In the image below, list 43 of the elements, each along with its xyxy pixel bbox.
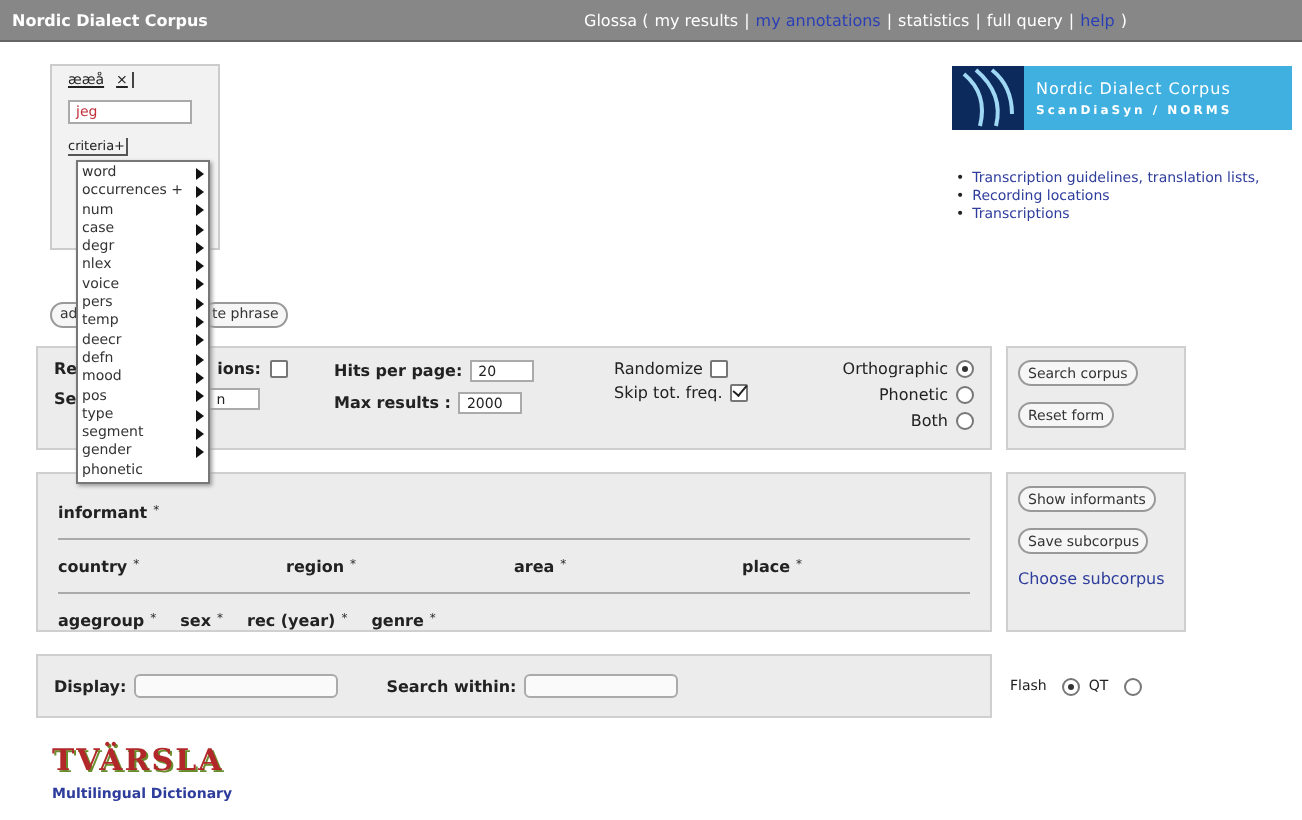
nav-separator: | bbox=[1068, 11, 1075, 29]
checkbox[interactable] bbox=[730, 384, 749, 402]
radio-label: Phonetic bbox=[878, 386, 948, 404]
radio-button[interactable] bbox=[1062, 677, 1081, 695]
informant-field[interactable]: sex bbox=[180, 611, 211, 629]
nav-link[interactable]: my results bbox=[654, 11, 739, 29]
nav-separator: | bbox=[886, 11, 893, 29]
hits-label: Hits per page: bbox=[334, 362, 463, 380]
radio-button[interactable] bbox=[956, 412, 974, 430]
option-label: ions: bbox=[217, 360, 261, 378]
nav-link[interactable]: statistics bbox=[898, 11, 970, 29]
radio-label: Both bbox=[910, 412, 948, 430]
checkbox[interactable] bbox=[710, 360, 729, 378]
radio-button[interactable] bbox=[956, 386, 974, 404]
checkbox[interactable] bbox=[269, 360, 287, 378]
dictionary-logo: TVÄRSLA bbox=[52, 742, 226, 778]
informant-field[interactable]: area bbox=[514, 557, 555, 575]
nav-separator: | bbox=[744, 11, 750, 29]
option-label: Se bbox=[54, 390, 77, 408]
nav-label: Glossa ( bbox=[584, 11, 649, 29]
informant-field[interactable]: region bbox=[286, 557, 345, 575]
nav-label: ) bbox=[1120, 11, 1128, 29]
checkbox-label: Randomize bbox=[614, 360, 703, 378]
app-title: Nordic Dialect Corpus bbox=[12, 11, 210, 29]
logo-art-icon bbox=[952, 66, 1024, 130]
informant-field[interactable]: agegroup bbox=[58, 611, 145, 629]
option-label: Re bbox=[54, 360, 78, 378]
max-label: Max results : bbox=[334, 394, 451, 412]
informant-field[interactable]: rec (year) bbox=[247, 611, 336, 629]
informant-field[interactable]: place bbox=[742, 557, 791, 575]
search-within-label: Search within: bbox=[386, 677, 517, 695]
checkbox-label: Skip tot. freq. bbox=[614, 384, 723, 402]
choose-subcorpus-link[interactable]: Choose subcorpus bbox=[1018, 570, 1174, 588]
informant-field[interactable]: informant bbox=[58, 503, 148, 521]
logo-title: Nordic Dialect Corpus bbox=[1036, 79, 1233, 97]
informant-field[interactable]: country bbox=[58, 557, 128, 575]
nav-separator: | bbox=[975, 11, 981, 29]
nav-link[interactable]: full query bbox=[986, 11, 1063, 29]
radio-button[interactable] bbox=[1124, 677, 1143, 695]
radio-label: Orthographic bbox=[842, 360, 948, 378]
radio-button[interactable] bbox=[956, 360, 974, 378]
informant-field[interactable]: genre bbox=[371, 611, 424, 629]
display-label: Display: bbox=[54, 677, 127, 695]
